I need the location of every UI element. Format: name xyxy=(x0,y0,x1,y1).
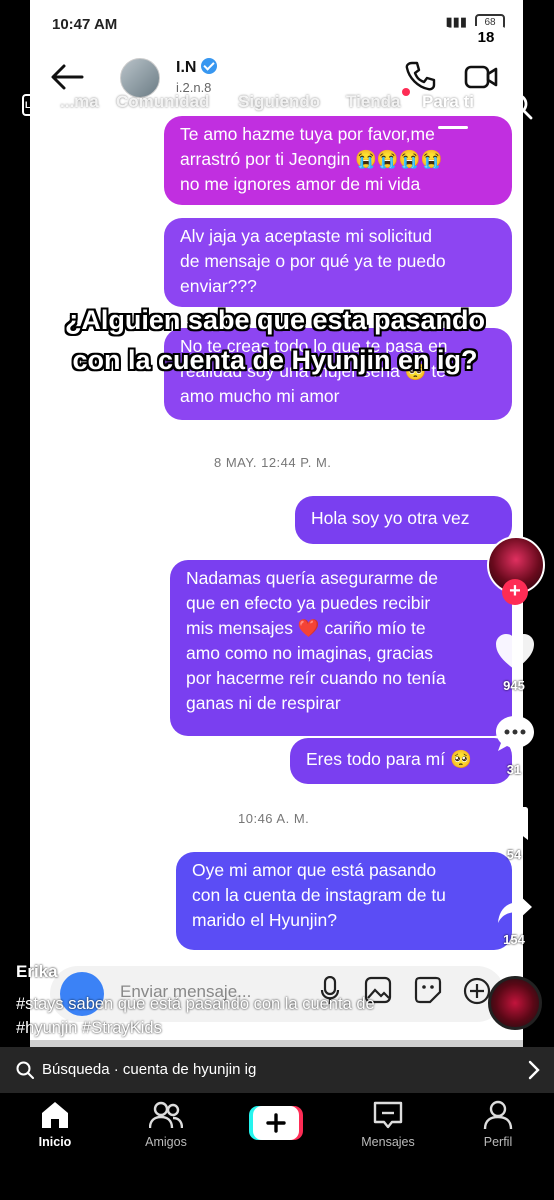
tab-siguiendo[interactable]: Siguiendo xyxy=(238,92,320,112)
share-icon[interactable] xyxy=(496,892,534,926)
nav-inbox-label: Mensajes xyxy=(361,1135,415,1149)
nav-profile-label: Perfil xyxy=(483,1135,513,1149)
follow-button[interactable]: + xyxy=(502,579,528,605)
live-label: LIVE xyxy=(24,100,45,110)
nav-friends-label: Amigos xyxy=(145,1135,187,1149)
timestamp-1: 8 MAY. 12:44 P. M. xyxy=(214,455,332,470)
share-count: 154 xyxy=(503,932,525,947)
live-button[interactable]: LIVE xyxy=(22,94,48,116)
nav-profile[interactable] xyxy=(458,1100,538,1135)
tab-partial[interactable]: ...ma xyxy=(60,92,99,112)
back-arrow-icon xyxy=(51,64,84,90)
tab-para-ti[interactable]: Para ti xyxy=(422,92,474,112)
chat-name: I.N xyxy=(176,58,218,77)
message-bubble-7: Oye mi amor que está pasando con la cuen… xyxy=(176,852,512,950)
nav-friends[interactable] xyxy=(126,1100,206,1135)
active-tab-indicator xyxy=(438,126,468,129)
friends-icon xyxy=(148,1101,184,1129)
timestamp-2: 10:46 A. M. xyxy=(238,811,310,826)
message-bubble-6: Eres todo para mí 🥺 xyxy=(290,738,512,784)
like-count: 945 xyxy=(503,678,525,693)
message-bubble-5: Nadamas quería asegurarme de que en efec… xyxy=(170,560,512,736)
chat-name-text: I.N xyxy=(176,59,197,76)
home-icon xyxy=(42,1102,68,1128)
video-call-icon xyxy=(464,65,498,89)
nav-inbox[interactable] xyxy=(348,1100,428,1135)
battery-indicator: 18 xyxy=(466,26,506,48)
comment-count: 31 xyxy=(506,762,522,777)
nav-home-label: Inicio xyxy=(38,1135,72,1149)
inbox-icon xyxy=(373,1101,403,1129)
comment-icon[interactable] xyxy=(494,714,536,754)
tab-tienda[interactable]: Tienda xyxy=(346,92,400,112)
heart-icon[interactable] xyxy=(494,632,536,672)
related-search-text: Búsqueda · cuenta de hyunjin ig xyxy=(42,1061,257,1078)
message-bubble-2: Alv jaja ya aceptaste mi solicitud de me… xyxy=(164,218,512,307)
message-bubble-1: Te amo hazme tuya por favor,me arrastró … xyxy=(164,116,512,205)
music-disc[interactable] xyxy=(488,976,542,1030)
video-frame[interactable]: 10:47 AM ▮▮▮ 68 I.N i.2.n.8 Te amo hazme… xyxy=(30,0,523,1093)
chevron-right-icon xyxy=(528,1060,540,1080)
verified-badge-icon xyxy=(201,58,218,74)
nav-home[interactable] xyxy=(15,1100,95,1135)
heart-status-icon: ♥ xyxy=(113,26,127,49)
video-text-overlay: ¿Alguien sabe que esta pasando con la cu… xyxy=(64,305,486,375)
search-icon[interactable] xyxy=(505,92,533,120)
tab-comunidad[interactable]: Comunidad xyxy=(116,92,210,112)
notification-dot xyxy=(402,88,410,96)
save-count: 54 xyxy=(506,847,522,862)
create-icon[interactable] xyxy=(249,1106,303,1140)
bookmark-icon[interactable] xyxy=(499,806,531,842)
wifi-icon xyxy=(430,26,456,45)
search-small-icon xyxy=(16,1061,34,1079)
video-description[interactable]: #stays saben que está pasando con la cue… xyxy=(16,992,436,1040)
phone-call-icon xyxy=(405,61,436,91)
signal-icon xyxy=(394,28,419,46)
profile-icon xyxy=(483,1100,513,1130)
status-time-text: 6:50 xyxy=(66,26,109,49)
message-bubble-4: Hola soy yo otra vez xyxy=(295,496,512,544)
status-time: 6:50 ♥ xyxy=(66,26,126,50)
author-name[interactable]: Erika xyxy=(16,962,58,982)
status-bar: 6:50 ♥ 18 xyxy=(0,0,554,50)
